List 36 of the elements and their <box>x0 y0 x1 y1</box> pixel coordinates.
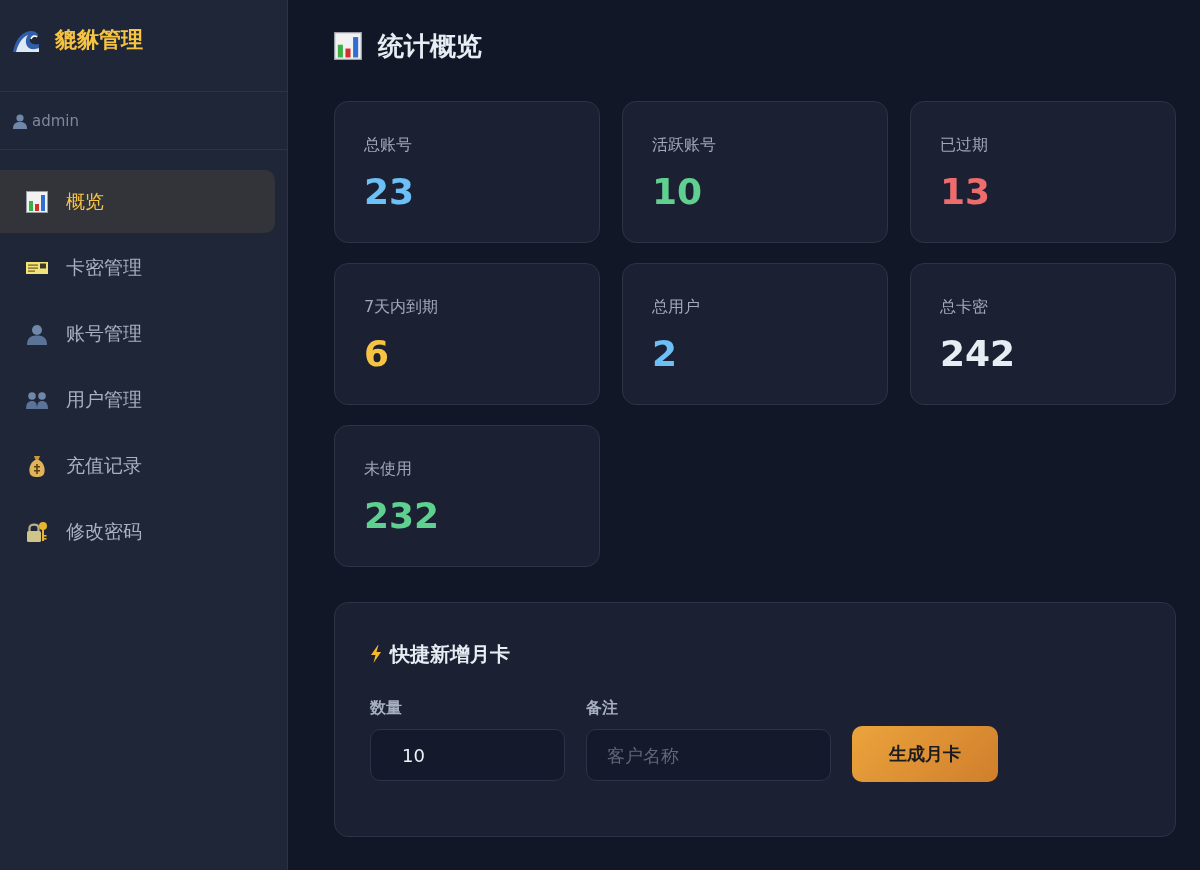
bar-chart-icon <box>26 190 48 213</box>
stat-value: 242 <box>940 332 1016 376</box>
stat-label: 总卡密 <box>940 296 988 318</box>
user-icon <box>26 322 48 345</box>
stat-label: 总用户 <box>652 296 700 318</box>
lock-key-icon <box>26 520 48 543</box>
nav-item[interactable]: 卡密管理 <box>0 236 275 299</box>
field-label: 数量 <box>370 697 403 719</box>
field-label: 备注 <box>586 697 619 719</box>
lightning-icon <box>370 645 382 663</box>
stat-value: 23 <box>364 170 415 214</box>
stat-label: 已过期 <box>940 134 988 156</box>
stat-value: 10 <box>652 170 703 214</box>
stat-value: 2 <box>652 332 678 376</box>
note-input[interactable]: 客户名称 <box>586 729 831 781</box>
nav-item[interactable]: 账号管理 <box>0 302 275 365</box>
stat-label: 未使用 <box>364 458 412 480</box>
user-icon <box>12 112 28 129</box>
page-title: 统计概览 <box>378 30 482 63</box>
stat-label: 活跃账号 <box>652 134 716 156</box>
quantity-input[interactable]: 10 <box>370 729 565 781</box>
nav-item[interactable]: 概览 <box>0 170 275 233</box>
bar-chart-icon <box>334 32 362 60</box>
generate-button[interactable]: 生成月卡 <box>852 726 998 782</box>
stat-value: 13 <box>940 170 991 214</box>
app-title: 貔貅管理 <box>55 25 143 54</box>
money-bag-icon <box>26 454 48 477</box>
nav-item[interactable]: 充值记录 <box>0 434 275 497</box>
stat-value: 6 <box>364 332 390 376</box>
panel-title: 快捷新增月卡 <box>390 641 510 667</box>
nav-item[interactable]: 修改密码 <box>0 500 275 563</box>
stat-label: 总账号 <box>364 134 412 156</box>
nav-item[interactable]: 用户管理 <box>0 368 275 431</box>
stat-value: 232 <box>364 494 440 538</box>
username: admin <box>32 111 79 130</box>
stat-label: 7天内到期 <box>364 296 439 318</box>
